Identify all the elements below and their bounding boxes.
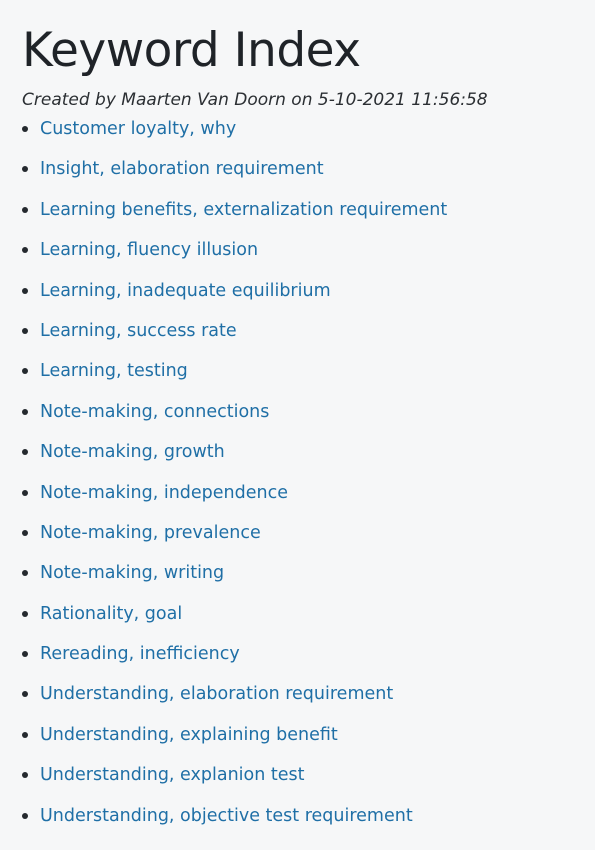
list-item: Note-making, writing [22, 563, 595, 603]
keyword-link[interactable]: Understanding, explanion test [40, 765, 305, 785]
keyword-link[interactable]: Note-making, writing [40, 563, 224, 583]
list-item: Customer loyalty, why [22, 119, 595, 159]
keyword-index-page: Keyword Index Created by Maarten Van Doo… [0, 0, 595, 850]
list-item: Learning, inadequate equilibrium [22, 281, 595, 321]
list-item: Insight, elaboration requirement [22, 159, 595, 199]
list-item: Note-making, growth [22, 442, 595, 482]
bullet-icon [22, 570, 28, 577]
keyword-link[interactable]: Learning, inadequate equilibrium [40, 281, 331, 301]
keyword-link[interactable]: Customer loyalty, why [40, 119, 236, 139]
keyword-link[interactable]: Note-making, prevalence [40, 523, 261, 543]
list-item: Note-making, prevalence [22, 523, 595, 563]
keyword-link[interactable]: Understanding, elaboration requirement [40, 684, 393, 704]
bullet-icon [22, 691, 28, 698]
list-item: Learning, testing [22, 361, 595, 401]
list-item: Rereading, inefficiency [22, 644, 595, 684]
created-by-meta: Created by Maarten Van Doorn on 5-10-202… [22, 90, 488, 110]
bullet-icon [22, 327, 28, 334]
bullet-icon [22, 368, 28, 375]
bullet-icon [22, 449, 28, 456]
list-item: Understanding, objective test requiremen… [22, 806, 595, 846]
keyword-link[interactable]: Note-making, connections [40, 402, 269, 422]
list-item: Understanding, explanion test [22, 765, 595, 805]
keyword-link[interactable]: Note-making, growth [40, 442, 225, 462]
keyword-link[interactable]: Learning, fluency illusion [40, 240, 258, 260]
keyword-link[interactable]: Understanding, objective test requiremen… [40, 806, 413, 826]
bullet-icon [22, 651, 28, 658]
bullet-icon [22, 126, 28, 132]
bullet-icon [22, 772, 28, 779]
list-item: Rationality, goal [22, 604, 595, 644]
list-item: Note-making, independence [22, 483, 595, 523]
keyword-link[interactable]: Understanding, explaining benefit [40, 725, 338, 745]
list-item: Understanding, elaboration requirement [22, 684, 595, 724]
page-title: Keyword Index [22, 23, 361, 78]
keyword-link[interactable]: Learning, testing [40, 361, 188, 381]
list-item: Learning, success rate [22, 321, 595, 361]
bullet-icon [22, 812, 28, 819]
list-item: Learning benefits, externalization requi… [22, 200, 595, 240]
bullet-icon [22, 489, 28, 496]
keyword-link[interactable]: Learning, success rate [40, 321, 237, 341]
bullet-icon [22, 247, 28, 254]
bullet-icon [22, 529, 28, 536]
keyword-list: Customer loyalty, why Insight, elaborati… [22, 119, 595, 846]
bullet-icon [22, 731, 28, 738]
bullet-icon [22, 610, 28, 617]
keyword-link[interactable]: Rationality, goal [40, 604, 182, 624]
bullet-icon [22, 166, 28, 173]
keyword-link[interactable]: Note-making, independence [40, 483, 288, 503]
keyword-link[interactable]: Insight, elaboration requirement [40, 159, 324, 179]
list-item: Note-making, connections [22, 402, 595, 442]
keyword-link[interactable]: Learning benefits, externalization requi… [40, 200, 447, 220]
list-item: Understanding, explaining benefit [22, 725, 595, 765]
bullet-icon [22, 206, 28, 213]
list-item: Learning, fluency illusion [22, 240, 595, 280]
bullet-icon [22, 408, 28, 415]
bullet-icon [22, 287, 28, 294]
keyword-link[interactable]: Rereading, inefficiency [40, 644, 240, 664]
